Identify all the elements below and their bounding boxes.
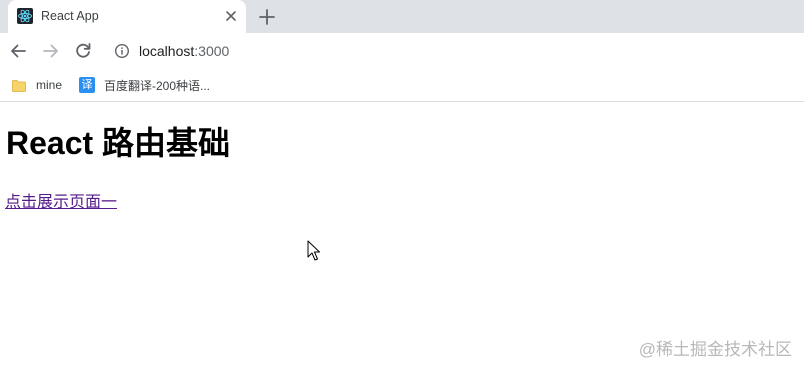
page-viewport: React 路由基础 点击展示页面一 @稀土掘金技术社区 xyxy=(0,102,804,367)
reload-icon[interactable] xyxy=(72,40,94,62)
watermark: @稀土掘金技术社区 xyxy=(638,340,792,359)
url-host: localhost xyxy=(139,43,195,59)
mouse-cursor-icon xyxy=(307,240,321,262)
bookmark-label: 百度翻译-200种语... xyxy=(104,78,211,93)
bookmark-mine[interactable]: mine xyxy=(10,75,62,95)
new-tab-plus-icon[interactable] xyxy=(256,6,278,28)
address-bar[interactable]: localhost:3000 xyxy=(104,37,784,65)
bookmark-label: mine xyxy=(36,78,63,92)
translate-icon: 译 xyxy=(79,77,95,93)
url-port: :3000 xyxy=(194,43,230,59)
page-heading: React 路由基础 xyxy=(6,125,231,161)
close-icon[interactable] xyxy=(221,6,241,26)
browser-toolbar: localhost:3000 xyxy=(0,33,804,69)
back-arrow-icon[interactable] xyxy=(7,40,29,62)
url-text: localhost:3000 xyxy=(139,43,229,59)
show-page-one-link[interactable]: 点击展示页面一 xyxy=(5,188,117,212)
bookmarks-bar: mine 译 百度翻译-200种语... xyxy=(0,69,804,102)
info-icon[interactable] xyxy=(114,43,130,59)
folder-icon xyxy=(12,79,26,92)
tab-strip: React App xyxy=(0,0,804,33)
forward-arrow-icon[interactable] xyxy=(40,40,62,62)
react-logo-icon xyxy=(17,8,33,24)
tab-title: React App xyxy=(41,9,99,23)
bookmark-baidu-fanyi[interactable]: 译 百度翻译-200种语... xyxy=(79,75,210,95)
browser-tab[interactable]: React App xyxy=(8,0,246,33)
